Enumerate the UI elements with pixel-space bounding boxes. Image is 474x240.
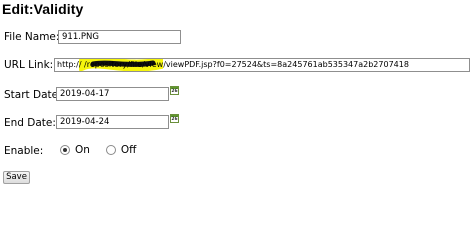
- end-date-field[interactable]: 2019-04-24: [56, 115, 169, 129]
- url-link-value: http:// /repository/file/view/viewPDF.js…: [57, 60, 409, 69]
- save-button[interactable]: Save: [3, 171, 30, 184]
- end-date-label: End Date:: [4, 117, 56, 129]
- enable-label: Enable:: [4, 145, 44, 157]
- start-date-calendar-icon[interactable]: 26: [170, 86, 179, 95]
- page-title: Edit:Validity: [2, 1, 84, 17]
- end-date-calendar-icon[interactable]: 26: [170, 114, 179, 123]
- start-date-field[interactable]: 2019-04-17: [56, 87, 169, 101]
- file-name-label: File Name:: [4, 31, 60, 43]
- url-link-field[interactable]: http:// /repository/file/view/viewPDF.js…: [54, 58, 470, 72]
- enable-on-label[interactable]: On: [75, 144, 90, 156]
- enable-off-label[interactable]: Off: [121, 144, 137, 156]
- enable-off-radio[interactable]: [105, 145, 116, 155]
- url-link-label: URL Link:: [4, 59, 54, 71]
- enable-radio-group: On Off: [60, 144, 152, 156]
- file-name-field[interactable]: 911.PNG: [58, 30, 181, 44]
- enable-on-radio[interactable]: [60, 145, 70, 155]
- start-date-label: Start Date:: [4, 89, 62, 101]
